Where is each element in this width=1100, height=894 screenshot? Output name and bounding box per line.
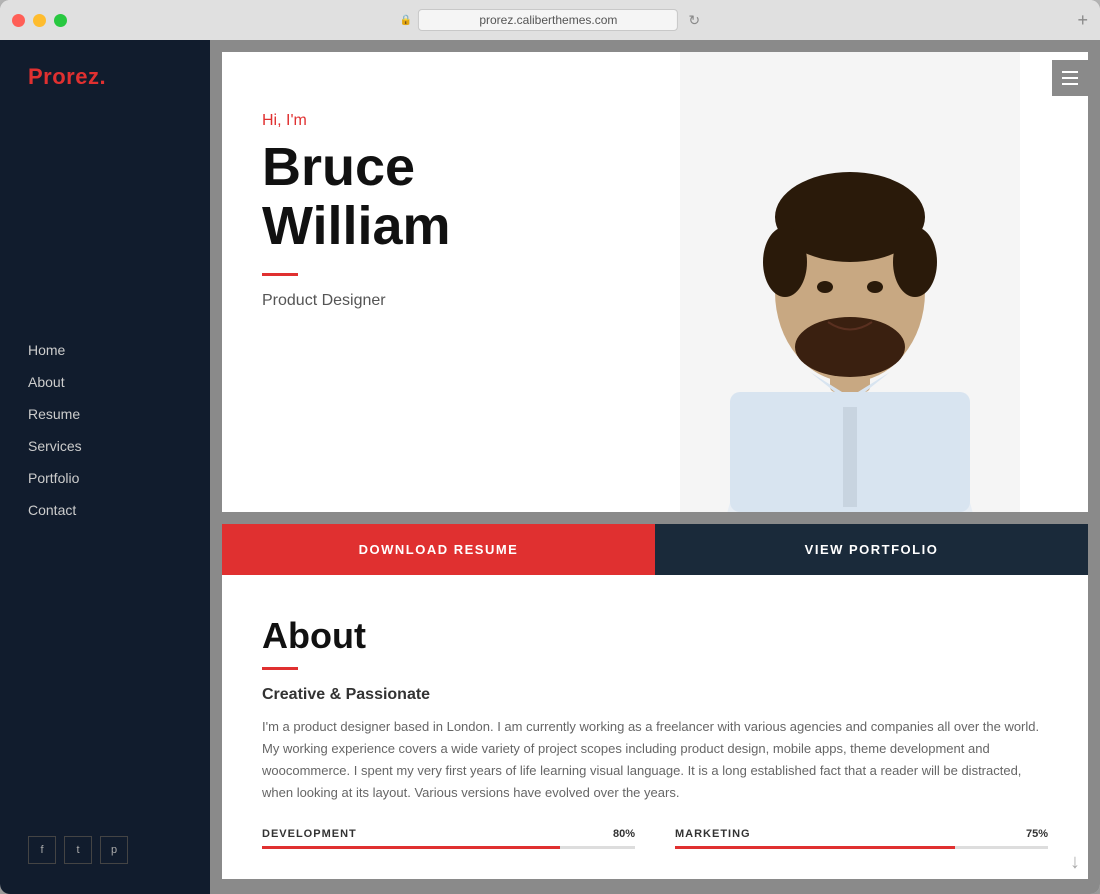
- close-button[interactable]: [12, 14, 25, 27]
- url-input[interactable]: prorez.caliberthemes.com: [418, 9, 678, 31]
- hero-name: Bruce William: [262, 138, 658, 257]
- sidebar-item-home[interactable]: Home: [28, 334, 182, 366]
- sidebar-nav: Home About Resume Services Portfolio Con…: [0, 334, 210, 526]
- hero-section: Hi, I'm Bruce William Product Designer: [222, 52, 1088, 512]
- skill-marketing-bar-bg: [675, 846, 1048, 849]
- maximize-button[interactable]: [54, 14, 67, 27]
- pinterest-button[interactable]: p: [100, 836, 128, 864]
- about-body: I'm a product designer based in London. …: [262, 716, 1048, 804]
- skill-marketing-label: MARKETING: [675, 828, 751, 840]
- sidebar-item-portfolio[interactable]: Portfolio: [28, 462, 182, 494]
- new-tab-button[interactable]: +: [1077, 11, 1088, 29]
- address-bar: 🔒 prorez.caliberthemes.com ↻: [400, 9, 700, 31]
- refresh-button[interactable]: ↻: [688, 12, 700, 29]
- pinterest-icon: p: [111, 844, 117, 856]
- titlebar: 🔒 prorez.caliberthemes.com ↻ +: [0, 0, 1100, 40]
- facebook-button[interactable]: f: [28, 836, 56, 864]
- skill-development-bar-bg: [262, 846, 635, 849]
- main-content: Hi, I'm Bruce William Product Designer: [210, 40, 1100, 894]
- twitter-button[interactable]: t: [64, 836, 92, 864]
- hero-job-title: Product Designer: [262, 292, 658, 310]
- about-title: About: [262, 615, 1048, 657]
- skill-development-label: DEVELOPMENT: [262, 828, 357, 840]
- skill-marketing: MARKETING 75%: [675, 828, 1048, 849]
- skills-row: DEVELOPMENT 80% MARKETING 75%: [262, 828, 1048, 849]
- sidebar-item-about[interactable]: About: [28, 366, 182, 398]
- lock-icon: 🔒: [400, 15, 412, 26]
- about-section: About Creative & Passionate I'm a produc…: [222, 575, 1088, 879]
- logo-dot: .: [99, 64, 106, 89]
- hero-divider: [262, 273, 298, 276]
- traffic-lights: [12, 14, 67, 27]
- twitter-icon: t: [76, 844, 79, 856]
- menu-button[interactable]: [1052, 60, 1088, 96]
- download-resume-button[interactable]: DOWNLOAD RESUME: [222, 524, 655, 575]
- sidebar-item-contact[interactable]: Contact: [28, 494, 182, 526]
- person-illustration: [680, 52, 1020, 512]
- skill-development-pct: 80%: [613, 828, 635, 840]
- minimize-button[interactable]: [33, 14, 46, 27]
- skill-marketing-pct: 75%: [1026, 828, 1048, 840]
- scroll-down-arrow[interactable]: ↓: [1070, 851, 1080, 874]
- hero-image: [612, 52, 1088, 512]
- about-subtitle: Creative & Passionate: [262, 686, 1048, 704]
- sidebar-item-services[interactable]: Services: [28, 430, 182, 462]
- cta-buttons: DOWNLOAD RESUME VIEW PORTFOLIO: [222, 524, 1088, 575]
- hamburger-icon: [1062, 71, 1078, 85]
- about-divider: [262, 667, 298, 670]
- logo: Prorez.: [0, 40, 210, 114]
- skill-marketing-bar-fill: [675, 846, 955, 849]
- skill-development-bar-fill: [262, 846, 560, 849]
- social-links: f t p: [28, 836, 128, 864]
- sidebar-item-resume[interactable]: Resume: [28, 398, 182, 430]
- skill-development: DEVELOPMENT 80%: [262, 828, 635, 849]
- sidebar: Prorez. Home About Resume Services Portf…: [0, 40, 210, 894]
- view-portfolio-button[interactable]: VIEW PORTFOLIO: [655, 524, 1088, 575]
- browser-content: Prorez. Home About Resume Services Portf…: [0, 40, 1100, 894]
- browser-window: 🔒 prorez.caliberthemes.com ↻ + Prorez. H…: [0, 0, 1100, 894]
- facebook-icon: f: [40, 844, 43, 856]
- hero-greeting: Hi, I'm: [262, 112, 658, 130]
